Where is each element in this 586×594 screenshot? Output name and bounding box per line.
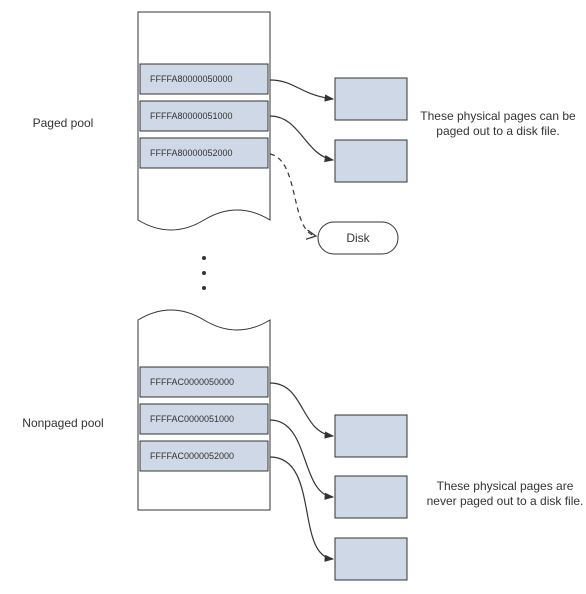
paged-addr-cell-1: FFFFA80000051000 [140,101,268,131]
nonpaged-physical-page-1 [335,476,407,518]
nonpaged-addr-cell-1: FFFFAC0000051000 [140,404,268,434]
arrow-paged-disk [270,154,316,236]
ellipsis-dots [202,256,206,290]
nonpaged-physical-page-2 [335,538,407,580]
arrow-nonpaged-0 [270,383,333,436]
nonpaged-addr-2: FFFFAC0000052000 [150,451,234,461]
nonpaged-caption-line1: These physical pages are [437,479,574,493]
arrow-paged-0 [270,80,333,99]
nonpaged-addr-0: FFFFAC0000050000 [150,377,234,387]
nonpaged-addr-cell-2: FFFFAC0000052000 [140,441,268,471]
paged-caption-line1: These physical pages can be [420,109,576,123]
disk-label: Disk [346,231,370,245]
paged-addr-1: FFFFA80000051000 [150,111,233,121]
paged-pool-label: Paged pool [33,116,94,130]
paged-addr-2: FFFFA80000052000 [150,148,233,158]
paged-addr-cell-0: FFFFA80000050000 [140,64,268,94]
nonpaged-addr-1: FFFFAC0000051000 [150,414,234,424]
paged-addr-0: FFFFA80000050000 [150,74,233,84]
nonpaged-pool-label: Nonpaged pool [22,416,103,430]
nonpaged-addr-cell-0: FFFFAC0000050000 [140,367,268,397]
paged-caption-line2: paged out to a disk file. [436,124,559,138]
paged-addr-cell-2: FFFFA80000052000 [140,138,268,168]
disk-node: Disk [318,222,398,254]
nonpaged-caption-line2: never paged out to a disk file. [427,494,584,508]
paged-physical-page-1 [335,140,407,182]
nonpaged-physical-page-0 [335,415,407,457]
arrow-paged-1 [270,116,333,160]
arrow-nonpaged-2 [270,457,333,559]
paged-physical-page-0 [335,78,407,120]
